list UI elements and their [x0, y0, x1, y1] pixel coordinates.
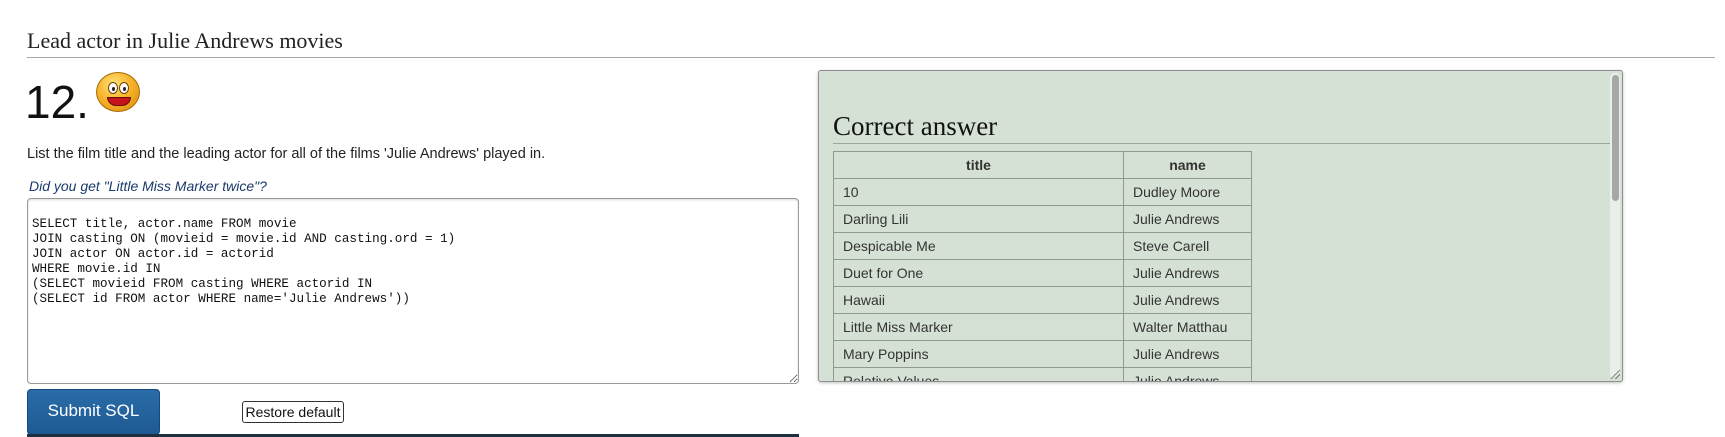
cell-title: Mary Poppins — [833, 340, 1124, 368]
cell-name: Walter Matthau — [1123, 313, 1252, 341]
cell-name: Julie Andrews — [1123, 286, 1252, 314]
smiley-right-eye — [119, 82, 129, 94]
cell-name: Julie Andrews — [1123, 367, 1252, 381]
answer-scrollbar-thumb[interactable] — [1612, 75, 1619, 201]
smiley-mouth — [107, 97, 131, 106]
cell-title: Despicable Me — [833, 232, 1124, 260]
table-row: Duet for One Julie Andrews — [833, 259, 1252, 287]
cell-title: Hawaii — [833, 286, 1124, 314]
smiley-face-icon — [96, 72, 140, 112]
table-row: 10 Dudley Moore — [833, 178, 1252, 206]
table-row: Darling Lili Julie Andrews — [833, 205, 1252, 233]
cell-title: 10 — [833, 178, 1124, 206]
cell-name: Dudley Moore — [1123, 178, 1252, 206]
table-row: Relative Values Julie Andrews — [833, 367, 1252, 381]
cell-title: Little Miss Marker — [833, 313, 1124, 341]
cell-name: Julie Andrews — [1123, 259, 1252, 287]
cell-name: Julie Andrews — [1123, 340, 1252, 368]
section-title: Lead actor in Julie Andrews movies — [27, 28, 343, 53]
answer-table: title name 10 Dudley Moore Darling Lili Ju… — [833, 151, 1252, 381]
restore-default-button[interactable]: Restore default — [242, 401, 344, 423]
cell-title: Darling Lili — [833, 205, 1124, 233]
sql-editor[interactable]: SELECT title, actor.name FROM movie JOIN… — [27, 198, 799, 384]
cell-name: Steve Carell — [1123, 232, 1252, 260]
answer-title: Correct answer — [833, 111, 998, 141]
answer-divider — [833, 143, 1610, 144]
section-divider — [27, 57, 1715, 58]
smiley-left-eye — [108, 82, 118, 94]
question-text: List the film title and the leading acto… — [27, 146, 546, 162]
cell-title: Relative Values — [833, 367, 1124, 381]
table-row: Mary Poppins Julie Andrews — [833, 340, 1252, 368]
column-header-name: name — [1123, 151, 1252, 179]
table-header-row: title name — [833, 151, 1252, 179]
table-row: Despicable Me Steve Carell — [833, 232, 1252, 260]
table-row: Hawaii Julie Andrews — [833, 286, 1252, 314]
hint-link[interactable]: Did you get "Little Miss Marker twice"? — [29, 178, 267, 194]
correct-answer-panel[interactable]: Correct answer title name 10 Dudley Moore… — [818, 70, 1623, 382]
column-header-title: title — [833, 151, 1124, 179]
question-number: 12. — [25, 76, 89, 128]
submit-sql-button[interactable]: Submit SQL — [27, 389, 160, 435]
cell-name: Julie Andrews — [1123, 205, 1252, 233]
cell-title: Duet for One — [833, 259, 1124, 287]
table-row: Little Miss Marker Walter Matthau — [833, 313, 1252, 341]
resize-grip-icon[interactable] — [1610, 369, 1620, 379]
